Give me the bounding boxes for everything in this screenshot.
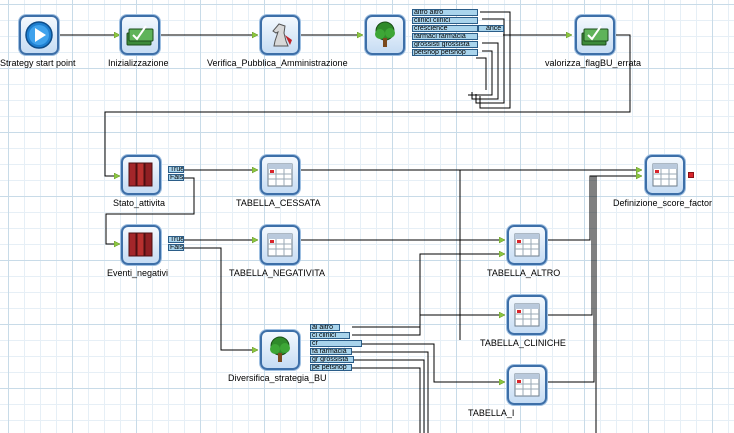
tabella-altro-node[interactable] (507, 225, 547, 265)
tabella-cliniche-node[interactable] (507, 295, 547, 335)
stato-attivita-label: Stato_attivita (113, 198, 166, 208)
eventi-negativi-label: Eventi_negativi (107, 268, 169, 278)
eventi-port-true[interactable]: True (168, 236, 184, 243)
table-icon (514, 303, 540, 327)
output-port[interactable] (688, 172, 694, 178)
div-port-1[interactable]: cl clinici (310, 332, 350, 339)
div-port-5[interactable]: pe petshop (310, 364, 352, 371)
eventi-port-false[interactable]: False (168, 244, 184, 251)
wire-div-altro (352, 254, 505, 328)
diversifica-node[interactable] (260, 330, 300, 370)
wire-cliniche-definizione (547, 176, 593, 316)
tree1-port-1[interactable]: clinici clinici (412, 17, 478, 24)
wire-tabf-definizione (547, 176, 595, 383)
wire-div-cliniche (352, 315, 505, 336)
table-icon (267, 233, 293, 257)
div-port-3[interactable]: fa farmacia (310, 348, 352, 355)
eventi-negativi-node[interactable] (121, 225, 161, 265)
books-icon (128, 232, 153, 257)
wire-div-fa (352, 351, 429, 433)
play-icon (25, 21, 53, 49)
wire-div-gr (352, 359, 425, 433)
money-stack-icon (581, 25, 609, 46)
tabella-negativita-label: TABELLA_NEGATIVITA (229, 268, 326, 278)
diversifica-label: Diversifica_strategia_BU (228, 373, 327, 383)
inizializzazione-label: Inizializzazione (108, 58, 169, 68)
tree1-port-2-extra: ance (486, 25, 502, 32)
div-port-0[interactable]: al altro (310, 324, 340, 331)
table-icon (267, 163, 293, 187)
wire-eventi-diversifica (184, 247, 258, 350)
tree1-port-0[interactable]: altro altro (412, 9, 478, 16)
tabella-cliniche-label: TABELLA_CLINICHE (480, 338, 566, 348)
wire-valorizza-stato (104, 34, 631, 176)
tree-icon (375, 21, 395, 47)
tree1-port-5[interactable]: petshop petshop (412, 49, 478, 56)
stato-port-false[interactable]: False (168, 174, 184, 181)
verifica-node[interactable] (260, 15, 300, 55)
tree-icon (270, 336, 290, 362)
strategy-canvas[interactable]: Strategy start point Inizializzazione Ve… (0, 0, 734, 433)
tabella-altro-label: TABELLA_ALTRO (487, 268, 561, 278)
valorizza-label: valorizza_flagBU_errata (545, 58, 642, 68)
strategy-start-node[interactable] (19, 15, 59, 55)
div-port-4[interactable]: gr grossista (310, 356, 354, 363)
chess-knight-icon (272, 23, 292, 47)
stato-port-true[interactable]: True (168, 166, 184, 173)
books-icon (128, 162, 153, 187)
tabella-i-label: TABELLA_I (468, 408, 515, 418)
tree-split-node[interactable] (365, 15, 405, 55)
tabella-cessata-node[interactable] (260, 155, 300, 195)
inizializzazione-node[interactable] (120, 15, 160, 55)
tree1-port-2[interactable]: crescience (412, 25, 478, 32)
tabella-negativita-node[interactable] (260, 225, 300, 265)
tabella-cessata-label: TABELLA_CESSATA (236, 198, 321, 208)
strategy-start-label: Strategy start point (0, 58, 76, 68)
stato-attivita-node[interactable] (121, 155, 161, 195)
div-port-2[interactable]: cr (310, 340, 362, 347)
money-stack-icon (126, 25, 154, 46)
verifica-label: Verifica_Pubblica_Amministrazione (207, 58, 348, 68)
wire-tree1-loop5 (476, 57, 487, 90)
wire-div-pe (352, 367, 421, 433)
definizione-score-node[interactable] (645, 155, 685, 195)
table-icon (514, 373, 540, 397)
tabella-i-node[interactable] (507, 365, 547, 405)
valorizza-node[interactable] (575, 15, 615, 55)
tree1-port-3[interactable]: farmaci farmacia (412, 33, 478, 40)
table-icon (514, 233, 540, 257)
table-icon (652, 163, 678, 187)
definizione-score-label: Definizione_score_factor (613, 198, 713, 208)
tree1-port-4[interactable]: grossisti grossista (412, 41, 478, 48)
